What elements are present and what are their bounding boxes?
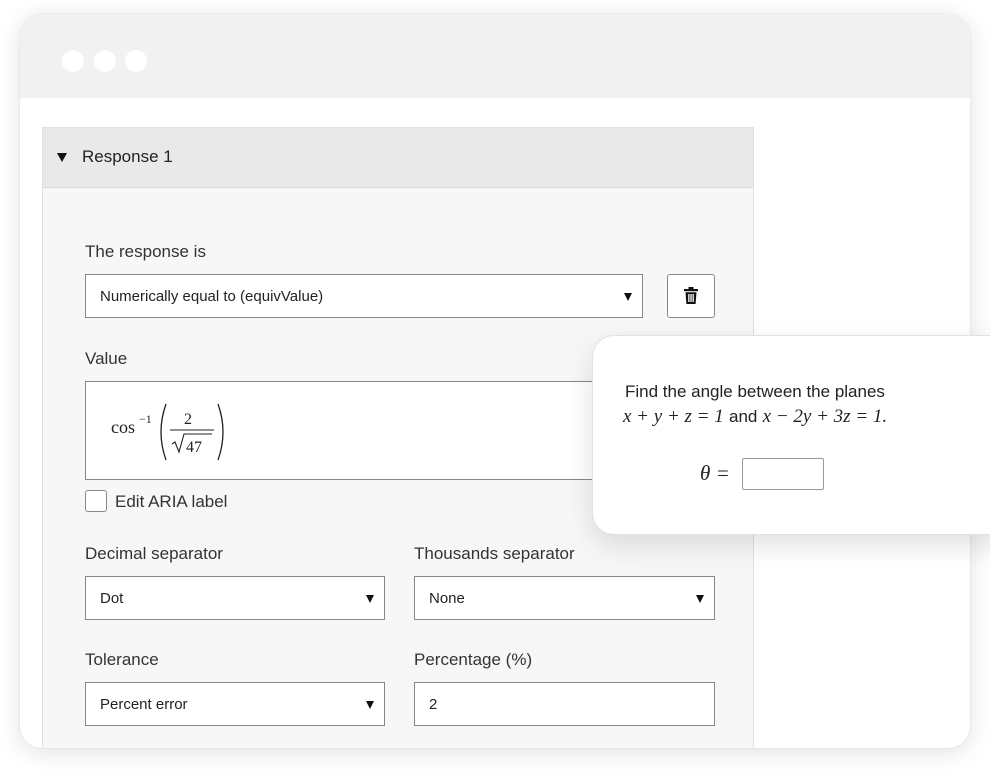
title-bar [20, 14, 970, 98]
delete-response-button[interactable] [667, 274, 715, 318]
question-equations: x + y + z = 1 and x − 2y + 3z = 1. [623, 406, 887, 428]
thousands-separator-label: Thousands separator [414, 544, 575, 563]
math-numerator: 2 [184, 411, 192, 428]
question-preview-card: Find the angle between the planes x + y … [592, 335, 990, 535]
chevron-down-icon [366, 595, 374, 603]
math-exponent: −1 [139, 412, 152, 426]
tolerance-label: Tolerance [85, 650, 159, 669]
tolerance-value: Percent error [100, 696, 188, 713]
tolerance-select[interactable]: Percent error [85, 682, 385, 726]
thousands-separator-value: None [429, 590, 465, 607]
minimize-dot[interactable] [94, 50, 116, 72]
response-type-select[interactable]: Numerically equal to (equivValue) [85, 274, 643, 318]
percentage-input[interactable]: 2 [414, 682, 715, 726]
decimal-separator-label: Decimal separator [85, 544, 223, 563]
question-connector: and [729, 407, 758, 426]
math-radicand: 47 [186, 439, 202, 456]
percentage-value: 2 [429, 696, 438, 713]
answer-input[interactable] [742, 458, 824, 490]
plane-equation-1: x + y + z = 1 [623, 406, 724, 427]
trash-icon [684, 287, 698, 304]
chevron-down-icon [366, 701, 374, 709]
response-type-value: Numerically equal to (equivValue) [100, 288, 324, 305]
caret-down-icon[interactable] [57, 153, 67, 162]
percentage-label: Percentage (%) [414, 650, 533, 669]
edit-aria-checkbox[interactable] [85, 490, 107, 512]
decimal-separator-select[interactable]: Dot [85, 576, 385, 620]
chevron-down-icon [624, 293, 632, 301]
maximize-dot[interactable] [125, 50, 147, 72]
response-is-label: The response is [85, 242, 206, 261]
plane-equation-2: x − 2y + 3z = 1. [762, 406, 888, 427]
answer-variable: θ = [700, 461, 730, 485]
math-expression: cos −1 2 47 [111, 403, 224, 461]
response-panel-title: Response 1 [82, 147, 173, 166]
decimal-separator-value: Dot [100, 590, 124, 607]
chevron-down-icon [696, 595, 704, 603]
response-panel-header[interactable]: Response 1 [43, 128, 753, 188]
thousands-separator-select[interactable]: None [414, 576, 715, 620]
value-label: Value [85, 349, 128, 368]
math-function: cos [111, 417, 135, 437]
question-text: Find the angle between the planes [625, 382, 885, 401]
close-dot[interactable] [62, 50, 84, 72]
edit-aria-label: Edit ARIA label [115, 492, 228, 511]
